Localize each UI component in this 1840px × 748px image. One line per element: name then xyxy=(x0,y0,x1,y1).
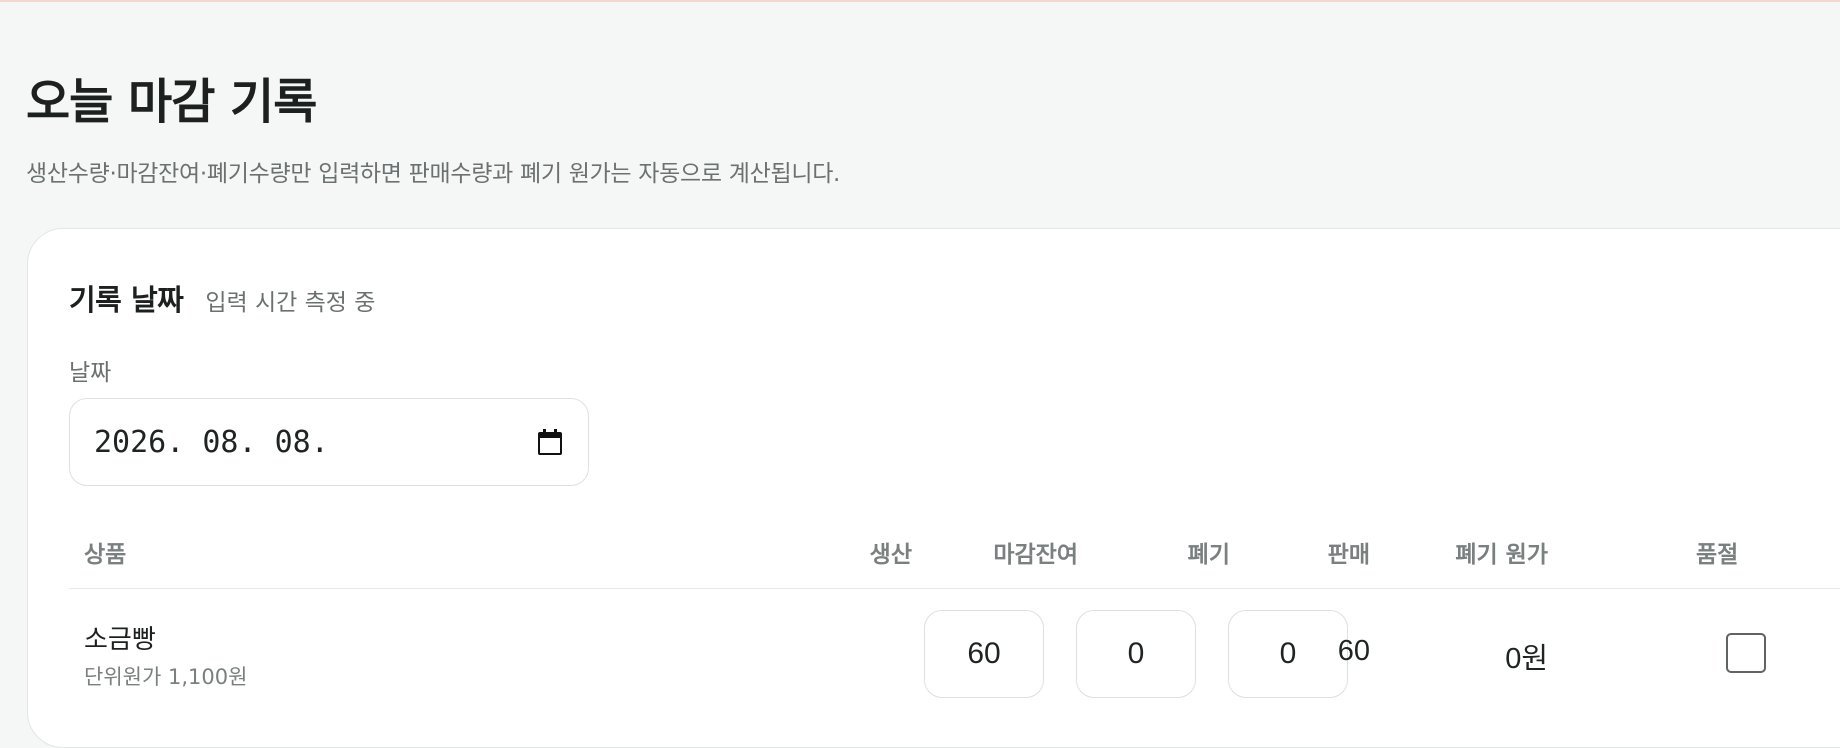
calendar-icon[interactable] xyxy=(538,429,562,455)
top-accent-line xyxy=(0,0,1840,2)
record-card: 기록 날짜 입력 시간 측정 중 날짜 2026. 08. 08. 상품 생산 … xyxy=(27,228,1840,748)
date-input[interactable]: 2026. 08. 08. xyxy=(69,398,589,486)
column-header-sold: 판매 xyxy=(1327,542,1370,568)
calendar-icon-body xyxy=(538,432,562,455)
card-header: 기록 날짜 입력 시간 측정 중 xyxy=(69,277,375,319)
column-header-product: 상품 xyxy=(84,542,127,568)
date-label: 날짜 xyxy=(69,360,112,386)
column-header-produced: 생산 xyxy=(869,542,912,568)
card-title: 기록 날짜 xyxy=(69,283,184,317)
remaining-input[interactable] xyxy=(1076,610,1196,698)
produced-input[interactable] xyxy=(924,610,1044,698)
page-header: 오늘 마감 기록 생산수량·마감잔여·폐기수량만 입력하면 판매수량과 폐기 원… xyxy=(26,62,840,188)
table-header-divider xyxy=(69,588,1840,589)
column-header-sold-out: 품절 xyxy=(1696,542,1739,568)
product-name: 소금빵 xyxy=(84,625,156,655)
calendar-icon-ring xyxy=(554,429,557,434)
date-value: 2026. 08. 08. xyxy=(94,424,329,460)
page-title: 오늘 마감 기록 xyxy=(26,74,317,130)
timer-status: 입력 시간 측정 중 xyxy=(205,290,376,316)
calendar-icon-ring xyxy=(543,429,546,434)
product-unit-cost: 단위원가 1,100원 xyxy=(84,665,248,689)
sold-value: 60 xyxy=(1337,635,1370,667)
column-header-waste: 폐기 xyxy=(1187,542,1230,568)
column-header-remaining: 마감잔여 xyxy=(993,542,1078,568)
sold-out-checkbox[interactable] xyxy=(1726,633,1766,673)
column-header-waste-cost: 폐기 원가 xyxy=(1455,542,1548,568)
waste-cost-value: 0원 xyxy=(1505,643,1548,675)
page-subtitle: 생산수량·마감잔여·폐기수량만 입력하면 판매수량과 폐기 원가는 자동으로 계… xyxy=(26,161,841,187)
